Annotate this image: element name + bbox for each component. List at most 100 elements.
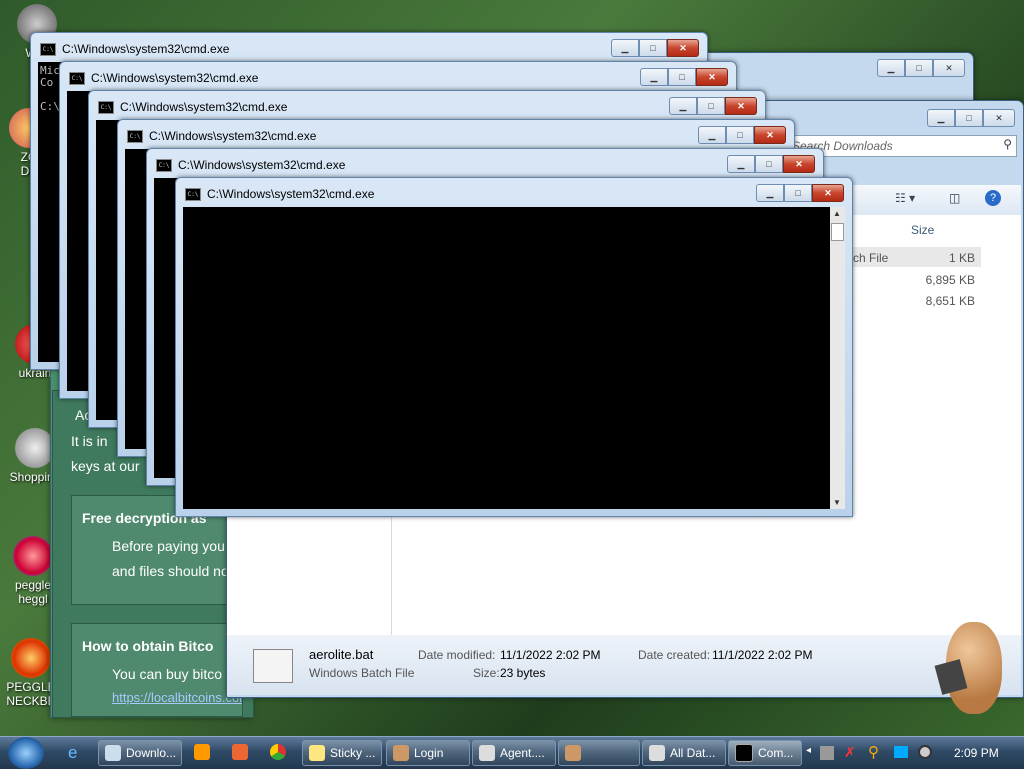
- window-icon: [479, 745, 495, 761]
- date-created-label: Date created:: [638, 648, 711, 662]
- cmd-icon: C:\: [185, 187, 201, 201]
- paint-icon[interactable]: [232, 744, 248, 760]
- search-icon: ⚲: [1003, 137, 1012, 151]
- size-label: Size:: [473, 666, 500, 680]
- scroll-up-arrow[interactable]: ▲: [833, 209, 841, 218]
- window-controls: ▁ □ ✕: [669, 97, 757, 115]
- details-pane: aerolite.bat Windows Batch File Date mod…: [227, 635, 1021, 695]
- maximize-button[interactable]: □: [668, 68, 696, 86]
- clock[interactable]: 2:09 PM: [954, 746, 999, 760]
- maximize-button[interactable]: □: [726, 126, 754, 144]
- bitcoin-link[interactable]: https://localbitcoins.com/buy_bitcoins: [112, 690, 242, 705]
- taskbar-button-downloads[interactable]: Downlo...: [98, 740, 182, 766]
- maximize-button[interactable]: □: [905, 59, 933, 77]
- help-icon[interactable]: ?: [985, 190, 1001, 206]
- close-button[interactable]: ✕: [667, 39, 699, 57]
- minimize-button[interactable]: ▁: [669, 97, 697, 115]
- bitcoin-box: How to obtain Bitco You can buy bitco ht…: [71, 623, 243, 717]
- tray-expand-icon[interactable]: ◂: [806, 745, 811, 756]
- cmd-icon: C:\: [156, 158, 172, 172]
- cmd-window-6[interactable]: C:\ C:\Windows\system32\cmd.exe ▁ □ ✕ ▲ ▼: [175, 177, 853, 517]
- window-controls: ▁ □ ✕: [727, 155, 815, 173]
- date-modified-value: 11/1/2022 2:02 PM: [500, 648, 601, 662]
- scroll-down-arrow[interactable]: ▼: [833, 498, 841, 507]
- media-player-icon[interactable]: [194, 744, 210, 760]
- window-controls: ▁ □ ✕: [698, 126, 786, 144]
- app-icon: [393, 745, 409, 761]
- window-title: C:\ C:\Windows\system32\cmd.exe: [69, 71, 258, 85]
- preview-pane-icon[interactable]: ◫: [949, 191, 960, 205]
- box-text: and files should no: [112, 563, 229, 579]
- minimize-button[interactable]: ▁: [727, 155, 755, 173]
- tray-app-icon[interactable]: ✗: [844, 744, 856, 761]
- window-icon: [649, 745, 665, 761]
- date-created-value: 11/1/2022 2:02 PM: [712, 648, 813, 662]
- ie-icon[interactable]: e: [68, 743, 77, 763]
- tray-app-icon[interactable]: [894, 746, 908, 758]
- cmd-icon: C:\: [40, 42, 56, 56]
- taskbar-button-login[interactable]: Login: [386, 740, 470, 766]
- bat-file-icon: [253, 649, 293, 683]
- window-controls: ▁ □ ✕: [611, 39, 699, 57]
- minimize-button[interactable]: ▁: [640, 68, 668, 86]
- console-area[interactable]: [183, 207, 830, 509]
- close-button[interactable]: ✕: [783, 155, 815, 173]
- volume-icon[interactable]: [918, 745, 932, 759]
- taskbar-button-agent[interactable]: Agent....: [472, 740, 556, 766]
- window-controls: ▁ □ ✕: [756, 184, 844, 202]
- window-controls: ▁ □ ✕: [927, 109, 1015, 127]
- chrome-icon[interactable]: [270, 744, 286, 760]
- maximize-button[interactable]: □: [955, 109, 983, 127]
- views-icon[interactable]: ☷ ▾: [895, 191, 915, 205]
- taskbar-button-all-data[interactable]: All Dat...: [642, 740, 726, 766]
- flash-icon: [15, 428, 55, 468]
- maximize-button[interactable]: □: [639, 39, 667, 57]
- size-value: 23 bytes: [500, 666, 546, 680]
- close-button[interactable]: ✕: [696, 68, 728, 86]
- file-size: 1 KB: [948, 251, 975, 265]
- window-title: C:\ C:\Windows\system32\cmd.exe: [40, 42, 229, 56]
- minimize-button[interactable]: ▁: [611, 39, 639, 57]
- window-controls: ▁ □ ✕: [877, 59, 965, 77]
- window-controls: ▁ □ ✕: [640, 68, 728, 86]
- taskbar-button-cmd[interactable]: Com...: [728, 740, 802, 766]
- minimize-button[interactable]: ▁: [877, 59, 905, 77]
- close-button[interactable]: ✕: [983, 109, 1015, 127]
- window-title: C:\ C:\Windows\system32\cmd.exe: [127, 129, 316, 143]
- close-button[interactable]: ✕: [754, 126, 786, 144]
- window-title: C:\ C:\Windows\system32\cmd.exe: [98, 100, 287, 114]
- details-filename: aerolite.bat: [309, 647, 374, 662]
- taskbar-button-hamster[interactable]: [558, 740, 640, 766]
- scroll-thumb[interactable]: [831, 223, 844, 241]
- maximize-button[interactable]: □: [755, 155, 783, 173]
- window-title: C:\ C:\Windows\system32\cmd.exe: [156, 158, 345, 172]
- start-button[interactable]: [8, 737, 44, 769]
- close-button[interactable]: ✕: [933, 59, 965, 77]
- taskbar-button-sticky[interactable]: Sticky ...: [302, 740, 382, 766]
- peggle-icon: [13, 536, 53, 576]
- maximize-button[interactable]: □: [697, 97, 725, 115]
- window-title: C:\ C:\Windows\system32\cmd.exe: [185, 187, 374, 201]
- minimize-button[interactable]: ▁: [927, 109, 955, 127]
- ransom-text-2: keys at our: [71, 458, 140, 474]
- tray-app-icon[interactable]: [820, 746, 834, 760]
- minimize-button[interactable]: ▁: [698, 126, 726, 144]
- minimize-button[interactable]: ▁: [756, 184, 784, 202]
- box-text: Before paying you: [112, 538, 225, 554]
- scrollbar[interactable]: ▲ ▼: [830, 207, 845, 509]
- box-text: You can buy bitco: [112, 666, 223, 682]
- close-button[interactable]: ✕: [812, 184, 844, 202]
- cmd-icon: C:\: [69, 71, 85, 85]
- cmd-icon: C:\: [127, 129, 143, 143]
- column-header-size[interactable]: Size: [911, 223, 934, 237]
- maximize-button[interactable]: □: [784, 184, 812, 202]
- ransom-text-1: It is in: [71, 433, 108, 449]
- box-title: How to obtain Bitco: [82, 638, 214, 654]
- tray-search-icon[interactable]: ⚲: [868, 743, 879, 761]
- taskbar: e Downlo... Sticky ... Login Agent.... A…: [0, 736, 1024, 769]
- date-modified-label: Date modified:: [418, 648, 496, 662]
- file-size: 6,895 KB: [925, 273, 975, 287]
- close-button[interactable]: ✕: [725, 97, 757, 115]
- details-filetype: Windows Batch File: [309, 666, 415, 680]
- peggle-icon: [11, 638, 51, 678]
